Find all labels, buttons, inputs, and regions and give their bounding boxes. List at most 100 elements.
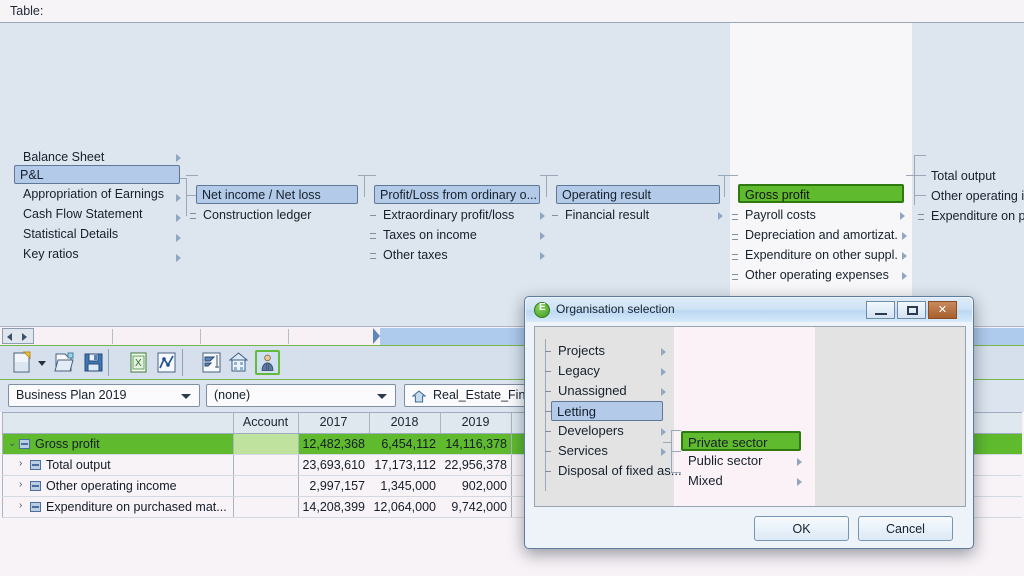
chevron-right-icon [797, 458, 802, 466]
excel-export-icon[interactable]: X [126, 350, 151, 375]
tree-node-label: Statistical Details [23, 227, 119, 241]
tree-node-other-operating-expenses[interactable]: Other operating expenses [740, 266, 905, 285]
tree-node-depreciation-amortization[interactable]: Depreciation and amortizat. [740, 226, 909, 245]
tree-node-other-operating-income[interactable]: Other operating i [926, 187, 1024, 206]
column-header-2019[interactable]: 2019 [440, 415, 511, 429]
tree-connector [545, 371, 551, 372]
dialog-node-public-sector[interactable]: Public sector [683, 451, 798, 471]
chart-icon[interactable] [154, 350, 179, 375]
tree-node-other-taxes[interactable]: Other taxes [378, 246, 543, 265]
save-disk-icon[interactable] [81, 350, 106, 375]
tree-connector [732, 274, 738, 280]
expand-toggle-icon[interactable]: › [19, 479, 22, 490]
expand-toggle-icon[interactable]: › [19, 500, 22, 511]
dialog-node-projects[interactable]: Projects [553, 341, 668, 361]
open-folder-icon[interactable] [52, 350, 77, 375]
tree-connector [918, 214, 924, 220]
column-header-account[interactable]: Account [233, 415, 298, 429]
chevron-right-icon [661, 368, 666, 376]
cell-label: Expenditure on purchased mat... [46, 500, 227, 514]
cell-2017: 12,482,368 [302, 437, 365, 451]
tree-node-payroll-costs[interactable]: Payroll costs [740, 206, 905, 225]
euro-globe-icon [534, 302, 550, 318]
dialog-node-letting[interactable]: Letting [551, 401, 663, 421]
tree-node-operating-result[interactable]: Operating result [556, 185, 720, 204]
chevron-right-icon [176, 154, 181, 162]
tree-node-label: Financial result [565, 208, 650, 222]
organisation-selection-dialog[interactable]: Organisation selection ✕ Projects Legacy… [524, 296, 974, 549]
tree-node-construction-ledger[interactable]: Construction ledger [198, 206, 363, 225]
close-button[interactable]: ✕ [928, 301, 957, 319]
table-label: Table: [10, 4, 44, 18]
chevron-right-icon [902, 272, 907, 280]
person-icon[interactable] [255, 350, 280, 375]
tree-connector [914, 195, 926, 196]
tree-connector [545, 339, 546, 491]
column-header-2018[interactable]: 2018 [369, 415, 440, 429]
tree-connector [671, 451, 681, 452]
scroll-nav-buttons[interactable] [2, 328, 34, 344]
tree-node-financial-result[interactable]: Financial result [560, 206, 723, 225]
dialog-node-private-sector[interactable]: Private sector [681, 431, 801, 451]
tree-node-gross-profit[interactable]: Gross profit [738, 184, 904, 203]
chevron-right-icon [661, 448, 666, 456]
sort-filter-icon[interactable] [199, 350, 224, 375]
dialog-node-disposal-of-fixed-assets[interactable]: Disposal of fixed as... [553, 461, 682, 481]
plan-selector[interactable]: Business Plan 2019 [8, 384, 200, 407]
dialog-node-legacy[interactable]: Legacy [553, 361, 668, 381]
chevron-down-icon[interactable] [181, 394, 191, 399]
entity-selector[interactable]: Real_Estate_Fina [404, 384, 544, 407]
tree-node-expenditure-other-supplies[interactable]: Expenditure on other suppl. [740, 246, 909, 265]
cell-2018: 6,454,112 [381, 437, 436, 451]
maximize-button[interactable] [897, 301, 926, 319]
dialog-node-services[interactable]: Services [553, 441, 668, 461]
column-header-2017[interactable]: 2017 [298, 415, 369, 429]
tree-connector [545, 471, 551, 472]
tree-node-expenditure-purchased[interactable]: Expenditure on p [926, 207, 1024, 226]
tree-node-label: Taxes on income [383, 228, 477, 242]
tree-connector [180, 178, 187, 179]
tree-node-key-ratios[interactable]: Key ratios [18, 245, 181, 264]
tree-node-label: Cash Flow Statement [23, 207, 143, 221]
dropdown-arrow-icon[interactable] [36, 350, 48, 375]
dialog-node-label: Projects [558, 343, 605, 358]
tree-node-appropriation-of-earnings[interactable]: Appropriation of Earnings [18, 185, 181, 204]
new-document-icon[interactable] [10, 350, 35, 375]
tree-node-net-income-net-loss[interactable]: Net income / Net loss [196, 185, 358, 204]
tree-node-pl[interactable]: P&L [14, 165, 180, 184]
chevron-right-icon [540, 252, 545, 260]
chevron-right-icon [718, 212, 723, 220]
scrollbar-thumb-edge[interactable] [373, 328, 380, 344]
tree-node-taxes-on-income[interactable]: Taxes on income [378, 226, 543, 245]
dialog-node-label: Disposal of fixed as... [558, 463, 682, 478]
cancel-button[interactable]: Cancel [858, 516, 953, 541]
scroll-right-icon[interactable] [22, 333, 27, 341]
tree-connector [732, 254, 738, 260]
building-icon[interactable] [226, 350, 251, 375]
cell-2017: 23,693,610 [302, 458, 365, 472]
minimize-button[interactable] [866, 301, 895, 319]
dialog-title-bar[interactable]: Organisation selection ✕ [526, 298, 972, 322]
chevron-right-icon [902, 252, 907, 260]
expand-toggle-icon[interactable]: ⌄ [8, 438, 16, 449]
tree-node-extraordinary-profit-loss[interactable]: Extraordinary profit/loss [378, 206, 543, 225]
chevron-down-icon[interactable] [377, 394, 387, 399]
tree-connector [914, 175, 926, 176]
scenario-selector[interactable]: (none) [206, 384, 396, 407]
tree-node-total-output[interactable]: Total output [926, 167, 1024, 186]
expand-toggle-icon[interactable]: › [19, 458, 22, 469]
dialog-node-developers[interactable]: Developers [553, 421, 668, 441]
cell-2018: 17,173,112 [374, 458, 436, 472]
tree-node-label: Appropriation of Earnings [23, 187, 165, 201]
home-icon [411, 390, 427, 403]
tree-node-label: Profit/Loss from ordinary o... [380, 188, 538, 202]
tree-node-cash-flow-statement[interactable]: Cash Flow Statement [18, 205, 181, 224]
node-icon [30, 481, 41, 491]
ok-button[interactable]: OK [754, 516, 849, 541]
tree-node-label: Extraordinary profit/loss [383, 208, 515, 222]
dialog-node-unassigned[interactable]: Unassigned [553, 381, 668, 401]
dialog-node-mixed[interactable]: Mixed [683, 471, 798, 491]
tree-node-profit-loss-ordinary[interactable]: Profit/Loss from ordinary o... [374, 185, 540, 204]
tree-node-statistical-details[interactable]: Statistical Details [18, 225, 181, 244]
scroll-left-icon[interactable] [7, 333, 12, 341]
